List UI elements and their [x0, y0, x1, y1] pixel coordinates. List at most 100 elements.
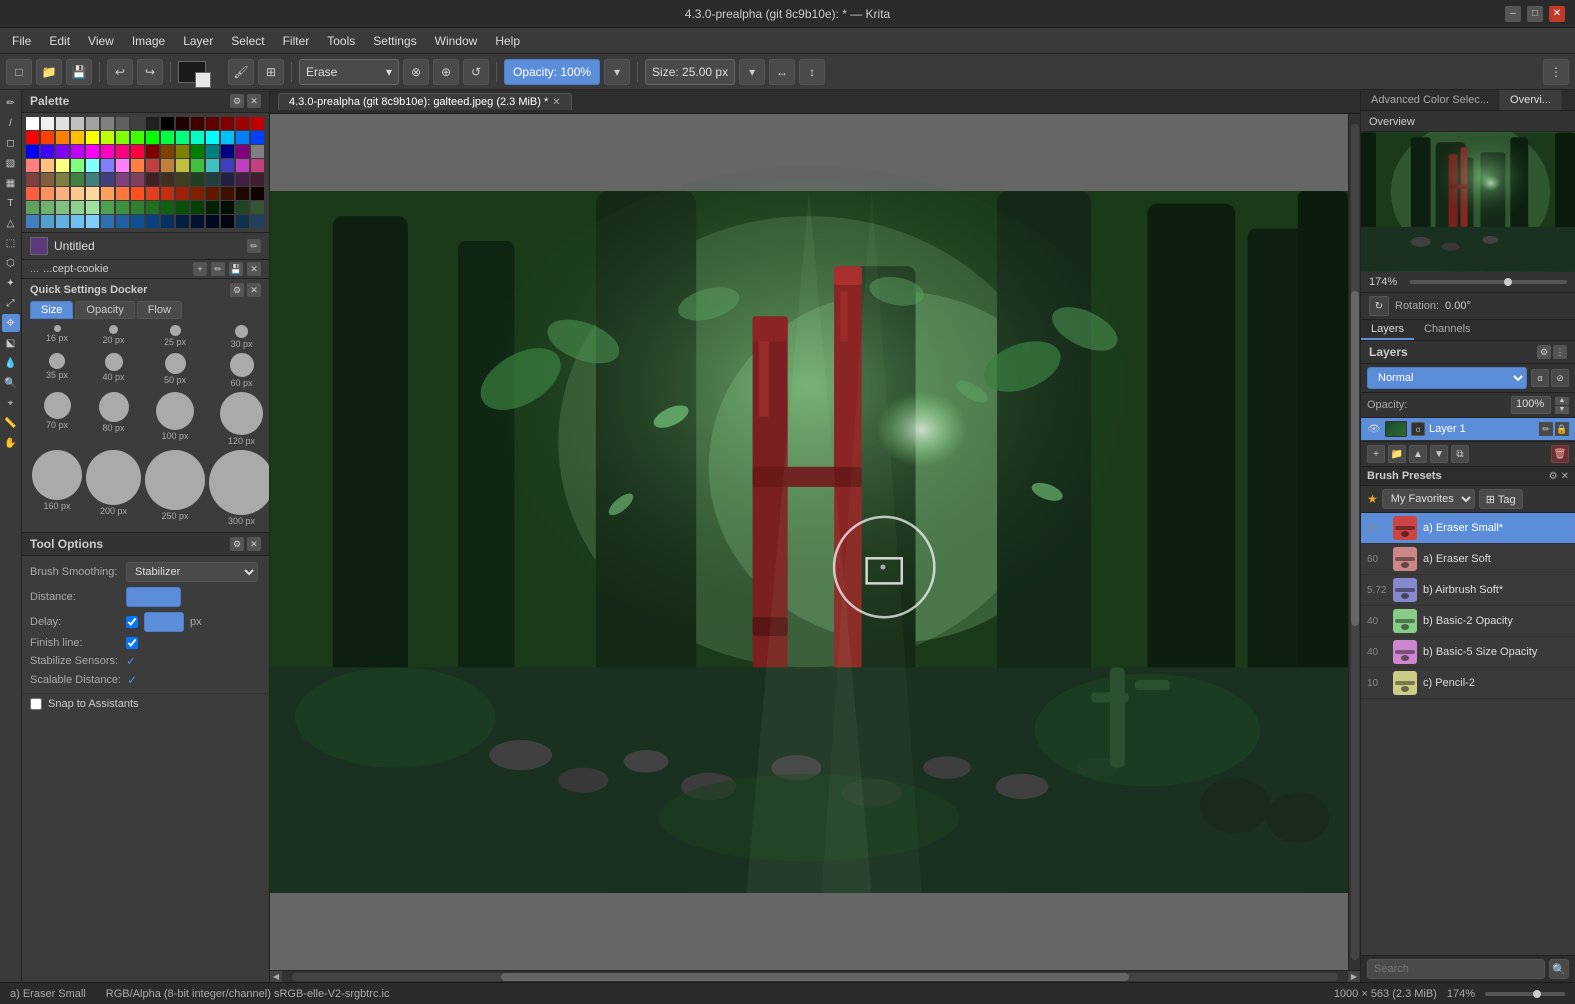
palette-color-cell[interactable] [131, 159, 144, 172]
palette-color-cell[interactable] [236, 159, 249, 172]
palette-color-cell[interactable] [221, 159, 234, 172]
layer-lock-btn[interactable]: 🔒 [1555, 422, 1569, 436]
finish-line-checkbox[interactable] [126, 637, 138, 649]
select-rect-tool[interactable]: ⬚ [2, 234, 20, 252]
palette-color-cell[interactable] [56, 201, 69, 214]
eyedropper-tool[interactable]: 💧 [2, 354, 20, 372]
palette-color-cell[interactable] [146, 159, 159, 172]
menu-item-tools[interactable]: Tools [319, 32, 363, 50]
palette-color-cell[interactable] [101, 173, 114, 186]
palette-color-cell[interactable] [236, 201, 249, 214]
undo-button[interactable]: ↩ [107, 59, 133, 85]
foreground-color-swatch[interactable] [178, 61, 206, 83]
menu-item-file[interactable]: File [4, 32, 39, 50]
size-more-btn[interactable]: ▾ [739, 59, 765, 85]
brush-preset-item[interactable]: 60a) Eraser Soft [1361, 544, 1575, 575]
opacity-down-btn[interactable]: ▼ [1555, 406, 1569, 414]
palette-color-cell[interactable] [206, 215, 219, 228]
brush-preset-item[interactable]: 5.72b) Airbrush Soft* [1361, 575, 1575, 606]
select-poly-tool[interactable]: ⬡ [2, 254, 20, 272]
palette-color-cell[interactable] [86, 173, 99, 186]
palette-color-cell[interactable] [41, 215, 54, 228]
hscroll-thumb[interactable] [501, 973, 1129, 981]
copy-merged-btn[interactable]: ⊕ [433, 59, 459, 85]
palette-color-cell[interactable] [191, 145, 204, 158]
palette-color-cell[interactable] [26, 201, 39, 214]
palette-color-cell[interactable] [206, 201, 219, 214]
delay-checkbox[interactable] [126, 616, 138, 628]
minimize-button[interactable]: – [1505, 6, 1521, 22]
palette-color-cell[interactable] [116, 187, 129, 200]
palette-color-cell[interactable] [131, 117, 144, 130]
palette-color-cell[interactable] [26, 131, 39, 144]
save-button[interactable]: 💾 [66, 59, 92, 85]
palette-color-cell[interactable] [116, 131, 129, 144]
inherit-alpha-btn[interactable]: ⊘ [1551, 369, 1569, 387]
snap-checkbox[interactable] [30, 698, 42, 710]
palette-color-cell[interactable] [161, 187, 174, 200]
palette-color-cell[interactable] [86, 145, 99, 158]
menu-item-layer[interactable]: Layer [175, 32, 221, 50]
palette-color-cell[interactable] [26, 173, 39, 186]
palette-color-cell[interactable] [41, 159, 54, 172]
text-tool[interactable]: T [2, 194, 20, 212]
palette-color-cell[interactable] [191, 173, 204, 186]
palette-color-cell[interactable] [101, 159, 114, 172]
canvas-tab-main[interactable]: 4.3.0-prealpha (git 8c9b10e): galteed.jp… [278, 93, 572, 110]
tab-flow[interactable]: Flow [137, 301, 182, 319]
bp-settings-btn[interactable]: ⚙ [1549, 471, 1558, 482]
menu-item-filter[interactable]: Filter [275, 32, 318, 50]
brush-size-item[interactable]: 60 px [209, 353, 270, 388]
palette-color-cell[interactable] [86, 131, 99, 144]
tab-size[interactable]: Size [30, 301, 73, 319]
open-button[interactable]: 📁 [36, 59, 62, 85]
brush-size-item[interactable]: 70 px [32, 392, 82, 446]
mirror-h-btn[interactable]: ↔ [769, 59, 795, 85]
palette-color-cell[interactable] [146, 201, 159, 214]
delete-preset-btn[interactable]: ✕ [247, 262, 261, 276]
fill-tool[interactable]: ▧ [2, 154, 20, 172]
brush-preset-item[interactable]: 10c) Pencil-2 [1361, 668, 1575, 699]
brush-preset-item[interactable]: 40b) Basic-2 Opacity [1361, 606, 1575, 637]
delete-layer-btn[interactable]: 🗑 [1551, 445, 1569, 463]
palette-color-cell[interactable] [56, 215, 69, 228]
palette-color-cell[interactable] [41, 131, 54, 144]
palette-color-cell[interactable] [176, 173, 189, 186]
layer-down-btn[interactable]: ▼ [1430, 445, 1448, 463]
palette-color-cell[interactable] [191, 215, 204, 228]
brush-color-indicator[interactable] [30, 237, 48, 255]
palette-color-cell[interactable] [146, 117, 159, 130]
tool-options-settings-btn[interactable]: ⚙ [230, 537, 244, 551]
palette-color-cell[interactable] [221, 187, 234, 200]
palette-color-cell[interactable] [221, 131, 234, 144]
brush-size-item[interactable]: 20 px [86, 325, 141, 349]
menu-item-help[interactable]: Help [487, 32, 528, 50]
palette-color-cell[interactable] [56, 159, 69, 172]
palette-color-cell[interactable] [161, 201, 174, 214]
assistant-tool[interactable]: ⌖ [2, 394, 20, 412]
palette-color-cell[interactable] [56, 173, 69, 186]
vscroll-thumb[interactable] [1351, 291, 1359, 625]
palette-color-cell[interactable] [86, 215, 99, 228]
brush-size-item[interactable]: 80 px [86, 392, 141, 446]
palette-color-cell[interactable] [176, 131, 189, 144]
status-zoom-thumb[interactable] [1533, 990, 1541, 998]
palette-color-cell[interactable] [26, 159, 39, 172]
palette-color-cell[interactable] [26, 187, 39, 200]
palette-color-cell[interactable] [131, 215, 144, 228]
erase-mode-dropdown[interactable]: Erase ▾ [299, 59, 399, 85]
search-icon[interactable]: 🔍 [1549, 959, 1569, 979]
palette-color-cell[interactable] [206, 117, 219, 130]
measure-tool[interactable]: 📏 [2, 414, 20, 432]
menu-item-edit[interactable]: Edit [41, 32, 78, 50]
palette-color-cell[interactable] [71, 131, 84, 144]
tab-overview[interactable]: Overvi... [1500, 90, 1562, 110]
tab-channels[interactable]: Channels [1414, 320, 1480, 340]
palette-color-cell[interactable] [101, 201, 114, 214]
palette-color-cell[interactable] [56, 145, 69, 158]
palette-close-btn[interactable]: ✕ [247, 94, 261, 108]
close-button[interactable]: ✕ [1549, 6, 1565, 22]
palette-color-cell[interactable] [236, 173, 249, 186]
refresh-btn[interactable]: ↺ [463, 59, 489, 85]
palette-color-cell[interactable] [221, 215, 234, 228]
